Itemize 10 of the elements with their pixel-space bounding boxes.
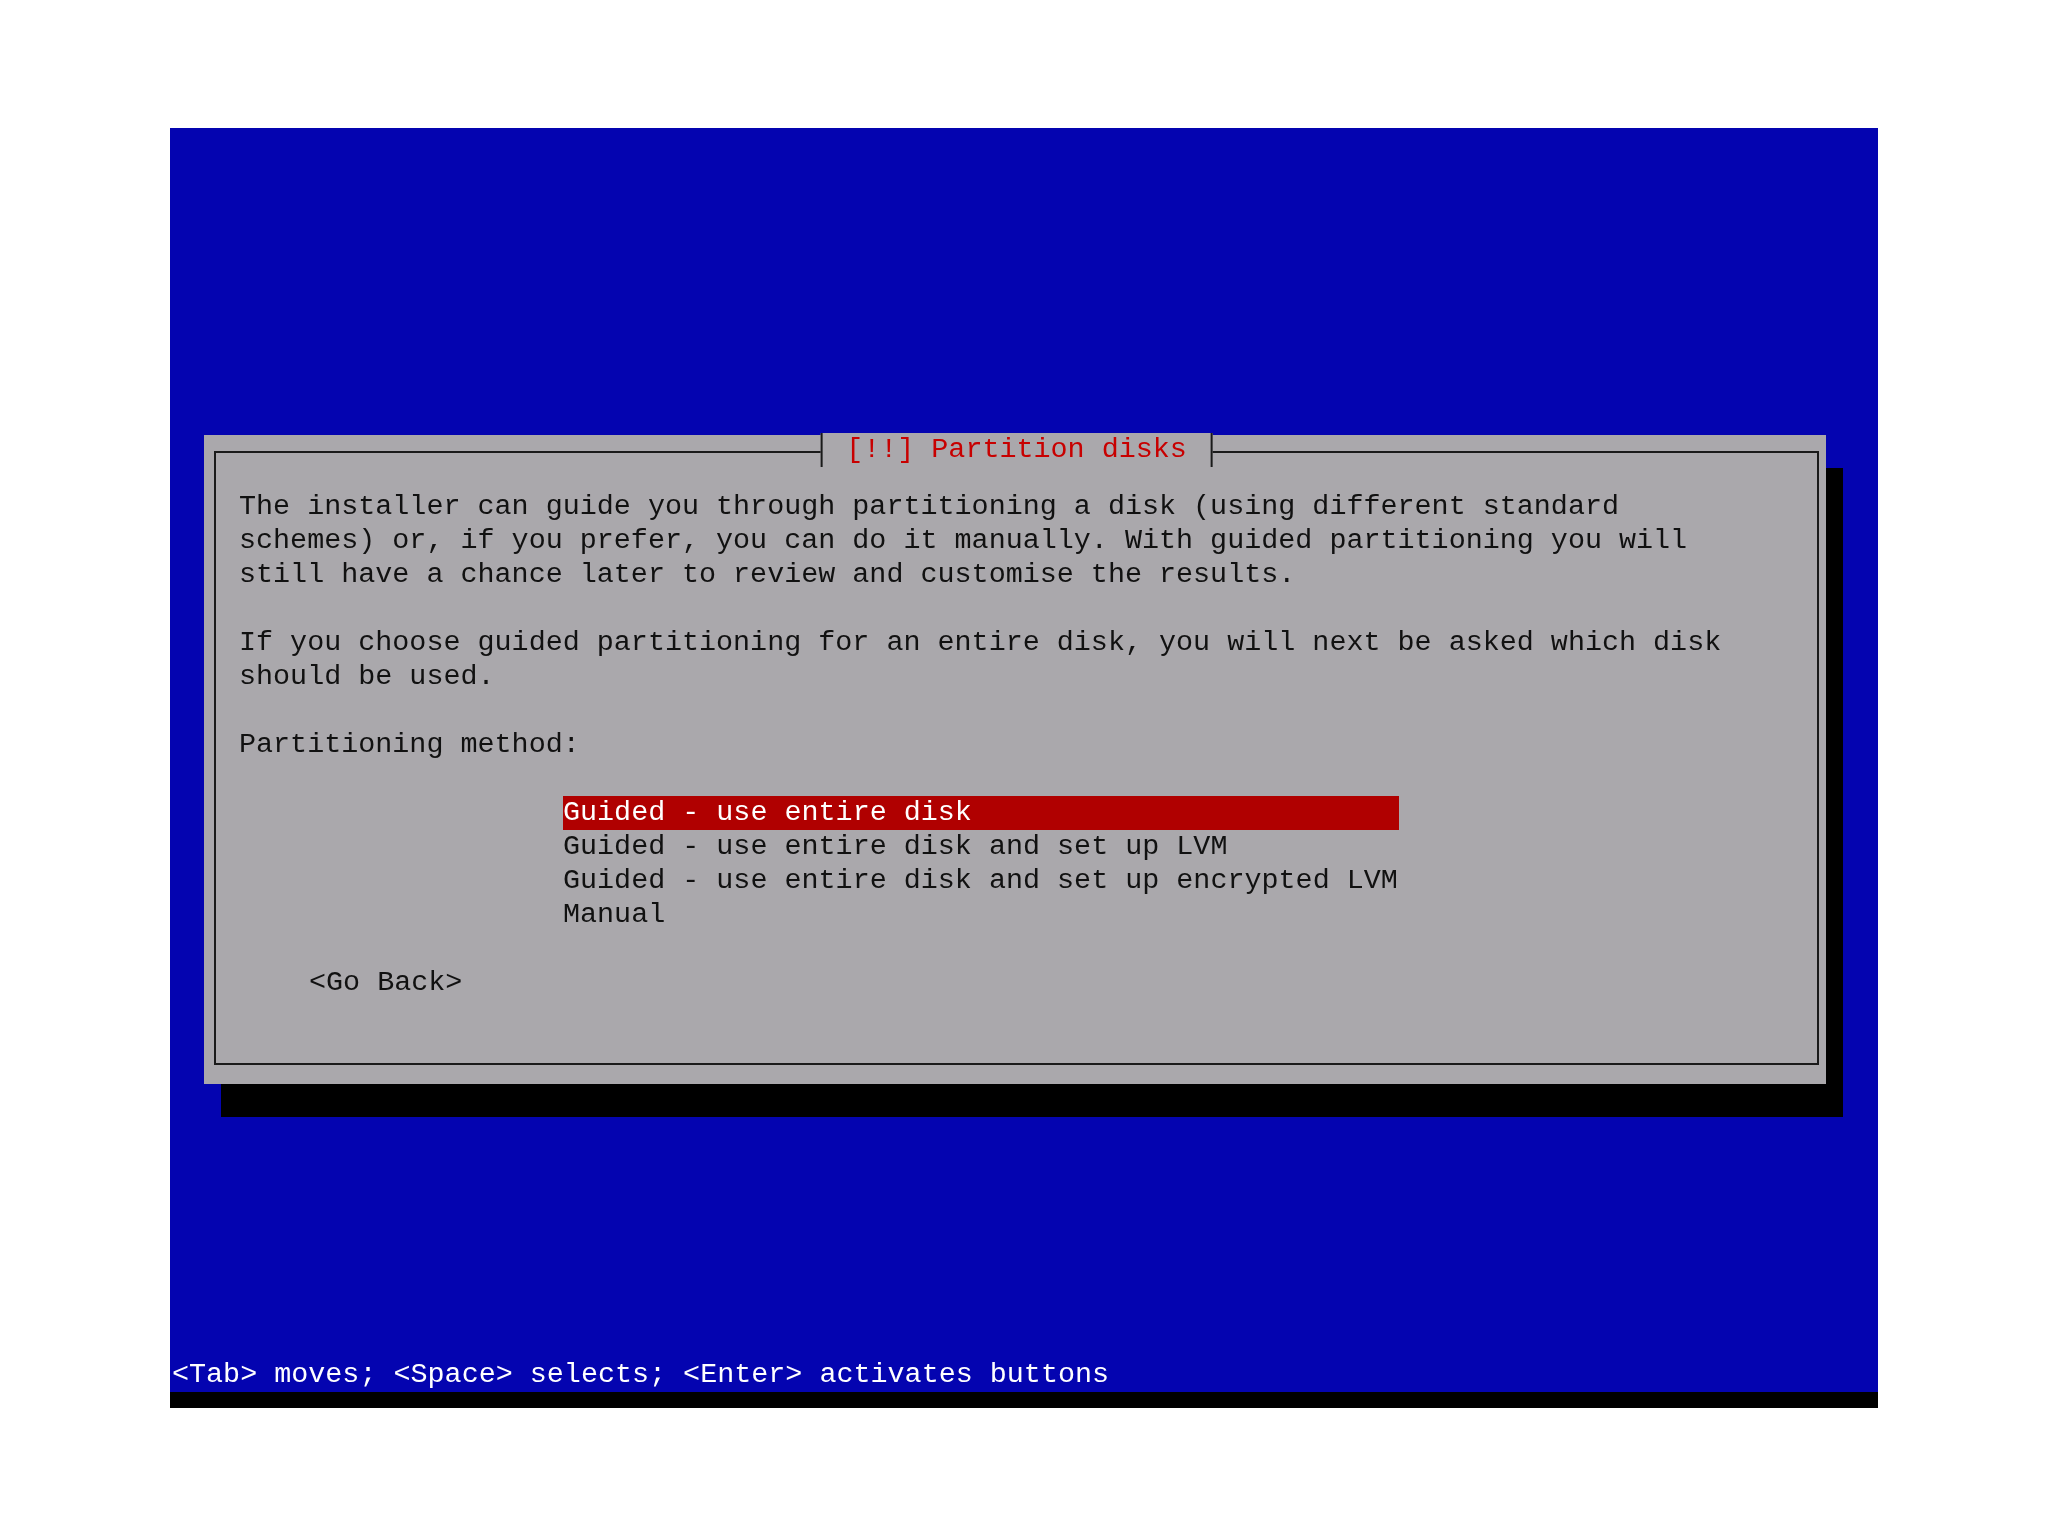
dialog-title: [!!] Partition disks xyxy=(820,433,1213,467)
menu-option[interactable]: Manual xyxy=(563,898,1399,932)
menu-option[interactable]: Guided - use entire disk xyxy=(563,796,1399,830)
prompt-label: Partitioning method: xyxy=(239,728,581,762)
go-back-button[interactable]: <Go Back> xyxy=(309,966,463,1000)
help-line: <Tab> moves; <Space> selects; <Enter> activates buttons xyxy=(171,1358,1111,1392)
instruction-text: If you choose guided partitioning for an entire disk, you will next be asked which disk should be used. xyxy=(239,626,1723,694)
instruction-text: The installer can guide you through partitioning a disk (using different standard schemes) or, if you prefer, you can do it manually. With guided partitioning you will still have a chance later to review and customise the results. xyxy=(239,490,1689,592)
menu-option[interactable]: Guided - use entire disk and set up encrypted LVM xyxy=(563,864,1399,898)
menu-option[interactable]: Guided - use entire disk and set up LVM xyxy=(563,830,1399,864)
